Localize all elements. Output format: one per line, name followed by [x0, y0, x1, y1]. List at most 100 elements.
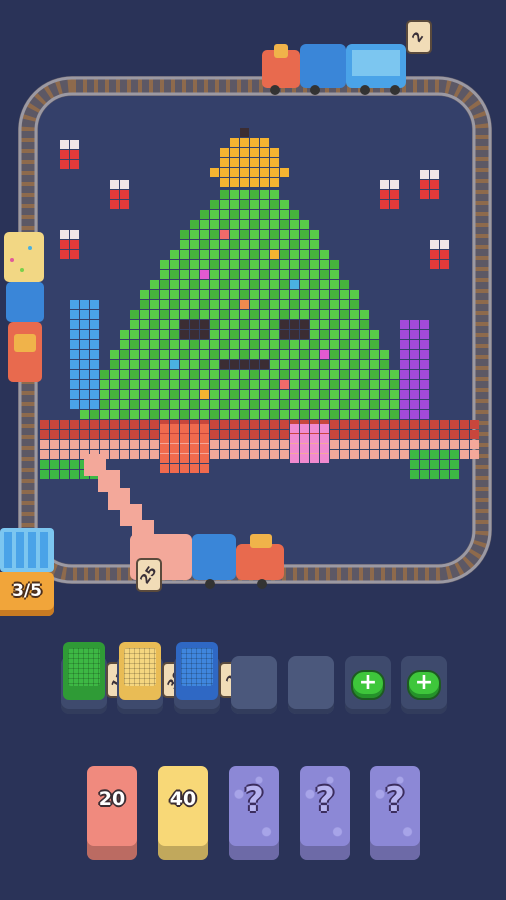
star-pixel: [230, 138, 239, 147]
tree-pixel: [260, 400, 269, 409]
yellow-crate[interactable]: [119, 642, 161, 700]
tree-pixel: [300, 350, 309, 359]
tree-pixel: [250, 290, 259, 299]
floor-pixel: [90, 420, 99, 429]
top-train[interactable]: [262, 44, 406, 95]
floor-pixel: [410, 420, 419, 429]
tree-pixel: [240, 310, 249, 319]
present-pixel: [70, 340, 79, 349]
mystery-box-2[interactable]: ?: [300, 766, 350, 860]
present-pixel: [400, 330, 409, 339]
tree-pixel: [240, 220, 249, 229]
tree-pixel: [340, 290, 349, 299]
tree-pixel: [290, 210, 299, 219]
tree-pixel: [300, 260, 309, 269]
floor-pixel: [140, 440, 149, 449]
floor-pixel: [60, 420, 69, 429]
tree-pixel: [220, 270, 229, 279]
tree-pixel: [210, 360, 219, 369]
left-train[interactable]: [4, 232, 44, 382]
tree-pixel: [330, 320, 339, 329]
empty-slot-2[interactable]: [288, 656, 334, 714]
stocking-pixel: [120, 200, 129, 209]
floor-pixel: [410, 430, 419, 439]
present-pixel: [90, 390, 99, 399]
floor-pixel: [150, 430, 159, 439]
star-pixel: [240, 128, 249, 137]
present-pixel: [90, 370, 99, 379]
tree-pixel: [80, 410, 89, 419]
tree-pixel: [220, 410, 229, 419]
crate-slot-1[interactable]: [61, 642, 107, 714]
locked-slot-2[interactable]: +: [401, 656, 447, 714]
empty-slot-1[interactable]: [231, 656, 277, 714]
tree-pixel: [310, 250, 319, 259]
floor-pixel: [210, 450, 219, 459]
present-pixel: [90, 300, 99, 309]
floor-pixel: [70, 460, 79, 469]
plus-icon[interactable]: +: [407, 670, 441, 700]
star-pixel: [240, 148, 249, 157]
plus-icon[interactable]: +: [351, 670, 385, 700]
mystery-box-1[interactable]: ?: [229, 766, 279, 860]
tree-pixel: [260, 190, 269, 199]
floor-pixel: [440, 420, 449, 429]
tree-pixel: [250, 370, 259, 379]
tree-pixel: [260, 300, 269, 309]
mouth-pixel: [240, 360, 249, 369]
floor-pixel: [210, 420, 219, 429]
floor-pixel: [450, 460, 459, 469]
tree-pixel: [190, 300, 199, 309]
floor-pixel: [420, 430, 429, 439]
floor-pixel: [120, 450, 129, 459]
tree-pixel: [270, 330, 279, 339]
present-pixel: [300, 434, 309, 443]
present-pixel: [90, 360, 99, 369]
tree-pixel: [250, 390, 259, 399]
present-pixel: [180, 434, 189, 443]
tree-pixel: [90, 410, 99, 419]
blue-crate[interactable]: [176, 642, 218, 700]
locked-slot-1[interactable]: +: [345, 656, 391, 714]
eye-pixel: [180, 330, 189, 339]
tree-pixel: [150, 290, 159, 299]
tree-pixel: [360, 400, 369, 409]
tree-pixel: [200, 410, 209, 419]
floor-pixel: [130, 440, 139, 449]
tree-pixel: [300, 250, 309, 259]
tree-pixel: [110, 350, 119, 359]
star-pixel: [210, 168, 219, 177]
mystery-box-3[interactable]: ?: [370, 766, 420, 860]
color-box-pink[interactable]: 20: [87, 766, 137, 860]
crate-slot-3[interactable]: [174, 642, 220, 714]
tree-pixel: [320, 330, 329, 339]
tree-pixel: [390, 380, 399, 389]
tree-pixel: [260, 290, 269, 299]
tree-pixel: [300, 230, 309, 239]
tree-pixel: [140, 390, 149, 399]
floor-pixel: [380, 450, 389, 459]
green-crate[interactable]: [63, 642, 105, 700]
question-icon: ?: [315, 780, 335, 820]
tree-pixel: [130, 360, 139, 369]
star-pixel: [260, 138, 269, 147]
tree-pixel: [290, 220, 299, 229]
mouth-pixel: [260, 360, 269, 369]
floor-pixel: [450, 440, 459, 449]
tree-pixel: [240, 200, 249, 209]
tree-pixel: [360, 350, 369, 359]
tree-pixel: [240, 270, 249, 279]
tree-pixel: [220, 310, 229, 319]
present-pixel: [290, 424, 299, 433]
present-pixel: [420, 380, 429, 389]
color-box-yellow[interactable]: 40: [158, 766, 208, 860]
tree-pixel: [190, 230, 199, 239]
crate-slot-2[interactable]: [117, 642, 163, 714]
star-pixel: [260, 168, 269, 177]
tree-pixel: [350, 330, 359, 339]
star-pixel: [280, 168, 289, 177]
tree-pixel: [310, 240, 319, 249]
tree-pixel: [280, 280, 289, 289]
star-pixel: [240, 168, 249, 177]
tree-pixel: [180, 280, 189, 289]
